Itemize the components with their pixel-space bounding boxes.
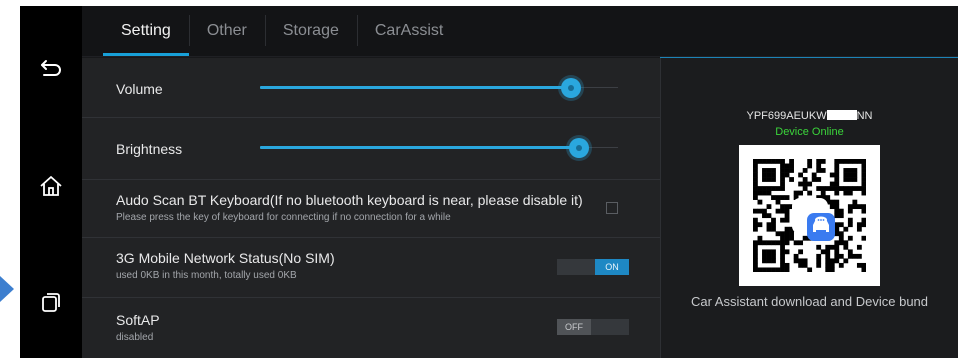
setting-row-volume: Volume [82, 58, 660, 118]
softap-toggle[interactable]: OFF [557, 319, 629, 335]
back-button[interactable] [20, 48, 82, 88]
tab-other[interactable]: Other [188, 6, 265, 55]
qr-caption: Car Assistant download and Device bund [690, 294, 929, 309]
volume-slider-thumb[interactable] [561, 78, 582, 98]
home-button[interactable] [20, 166, 82, 206]
qr-code [739, 145, 880, 286]
back-arrow-icon [41, 60, 61, 76]
tab-setting[interactable]: Setting [103, 6, 189, 56]
device-status: Device Online [775, 126, 844, 138]
setting-row-brightness: Brightness [82, 118, 660, 180]
brightness-slider-thumb[interactable] [568, 138, 589, 158]
mobile-network-subtitle: used 0KB in this month, totally used 0KB [116, 270, 297, 281]
brightness-slider[interactable] [260, 138, 618, 158]
tab-storage[interactable]: Storage [264, 6, 357, 55]
volume-slider-fill [260, 86, 572, 89]
bt-keyboard-subtitle: Please press the key of keyboard for con… [116, 212, 451, 223]
mobile-network-title: 3G Mobile Network Status(No SIM) [116, 250, 335, 266]
mobile-network-toggle-label: ON [595, 259, 629, 275]
car-assistant-logo-icon [792, 198, 835, 241]
mobile-network-toggle[interactable]: ON [557, 259, 629, 275]
device-panel: YPF699AEUKW NN Device Online Car Assistan… [660, 58, 958, 358]
device-id: YPF699AEUKW NN [661, 110, 958, 122]
setting-row-bt-keyboard[interactable]: Audo Scan BT Keyboard(If no bluetooth ke… [82, 180, 660, 238]
device-id-prefix: YPF699AEUKW [746, 110, 827, 122]
recent-apps-button[interactable] [20, 282, 82, 322]
navigation-rail [20, 6, 82, 358]
tab-carassist[interactable]: CarAssist [356, 6, 461, 55]
home-icon [40, 176, 62, 196]
softap-title: SoftAP [116, 312, 160, 328]
setting-row-mobile-network: 3G Mobile Network Status(No SIM) used 0K… [82, 238, 660, 298]
settings-list: Volume Brightness Audo Scan BT Keyboard(… [82, 58, 660, 358]
bt-keyboard-checkbox[interactable] [606, 202, 618, 214]
app-screen: Setting Other Storage CarAssist Volume B… [20, 6, 958, 358]
setting-row-softap: SoftAP disabled OFF [82, 298, 660, 358]
bt-keyboard-title: Audo Scan BT Keyboard(If no bluetooth ke… [116, 192, 583, 208]
pointer-arrow [0, 276, 14, 302]
brightness-label: Brightness [116, 141, 183, 157]
recent-apps-icon [42, 293, 60, 312]
tab-bar: Setting Other Storage CarAssist [82, 6, 958, 57]
volume-label: Volume [116, 81, 163, 97]
device-id-suffix: NN [856, 110, 873, 122]
softap-toggle-label: OFF [557, 319, 591, 335]
brightness-slider-fill [260, 146, 579, 149]
volume-slider[interactable] [260, 78, 618, 98]
device-id-redaction [826, 110, 857, 120]
softap-subtitle: disabled [116, 332, 154, 343]
